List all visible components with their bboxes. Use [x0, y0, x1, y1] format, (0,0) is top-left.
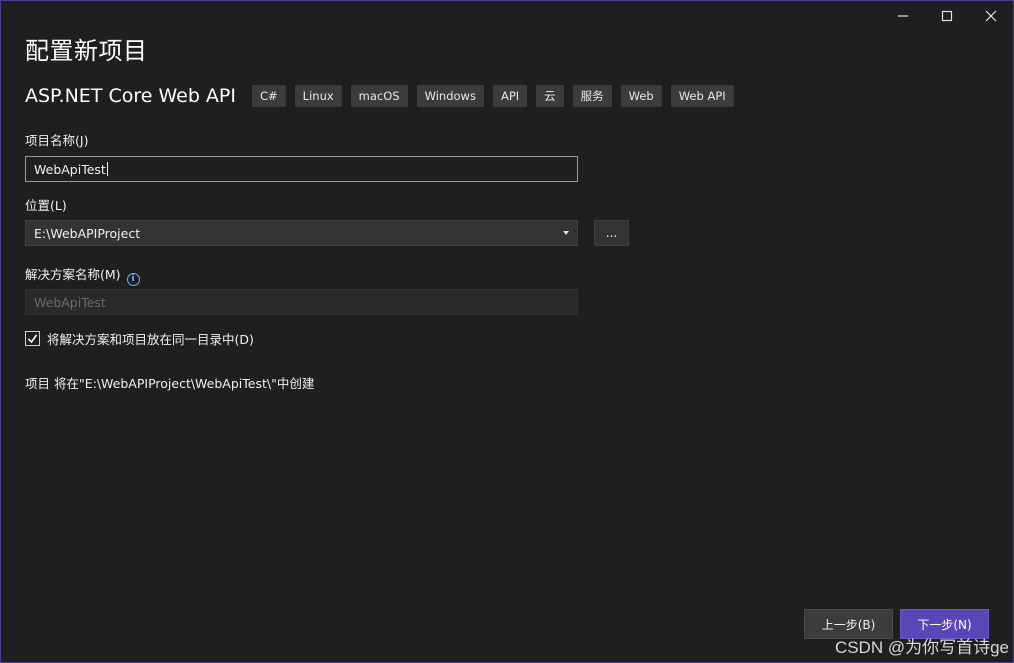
window-controls — [881, 1, 1013, 31]
location-label: 位置(L) — [25, 198, 67, 213]
configure-project-window: 配置新项目 ASP.NET Core Web API C# Linux macO… — [0, 0, 1014, 663]
same-directory-checkbox[interactable] — [25, 331, 40, 346]
browse-button[interactable]: ... — [594, 220, 629, 246]
template-name: ASP.NET Core Web API — [25, 85, 236, 107]
tag-service: 服务 — [572, 85, 612, 107]
same-directory-label: 将解决方案和项目放在同一目录中(D) — [47, 332, 254, 347]
location-value: E:\WebAPIProject — [34, 225, 141, 241]
close-button[interactable] — [969, 1, 1013, 31]
info-icon[interactable]: i — [126, 272, 140, 286]
watermark: CSDN @为你写首诗ge — [834, 638, 1009, 657]
project-name-label: 项目名称(J) — [25, 133, 89, 148]
solution-name-input: WebApiTest — [25, 289, 578, 315]
maximize-button[interactable] — [925, 1, 969, 31]
template-tags: C# Linux macOS Windows API 云 服务 Web Web … — [252, 85, 734, 107]
tag-macos: macOS — [350, 85, 408, 107]
solution-name-label: 解决方案名称(M) — [25, 267, 121, 282]
text-caret — [106, 162, 108, 176]
project-path-info: 项目 将在"E:\WebAPIProject\WebApiTest\"中创建 — [25, 376, 315, 391]
maximize-icon — [941, 10, 953, 22]
tag-web: Web — [620, 85, 662, 107]
solution-name-label-row: 解决方案名称(M) i — [25, 264, 140, 286]
tag-api: API — [492, 85, 528, 107]
location-dropdown[interactable]: E:\WebAPIProject — [25, 220, 578, 246]
page-title: 配置新项目 — [25, 37, 148, 65]
project-name-input[interactable]: WebApiTest — [25, 156, 578, 182]
checkmark-icon — [27, 334, 38, 344]
tag-cloud: 云 — [536, 85, 564, 107]
chevron-down-icon — [563, 231, 569, 235]
solution-name-value: WebApiTest — [34, 294, 106, 310]
minimize-icon — [898, 15, 908, 17]
tag-linux: Linux — [294, 85, 342, 107]
same-directory-option[interactable]: 将解决方案和项目放在同一目录中(D) — [25, 329, 254, 348]
template-header: ASP.NET Core Web API C# Linux macOS Wind… — [25, 85, 734, 107]
close-icon — [985, 10, 997, 22]
tag-csharp: C# — [252, 85, 286, 107]
project-name-value: WebApiTest — [34, 161, 106, 177]
minimize-button[interactable] — [881, 1, 925, 31]
tag-web-api: Web API — [670, 85, 734, 107]
tag-windows: Windows — [416, 85, 484, 107]
